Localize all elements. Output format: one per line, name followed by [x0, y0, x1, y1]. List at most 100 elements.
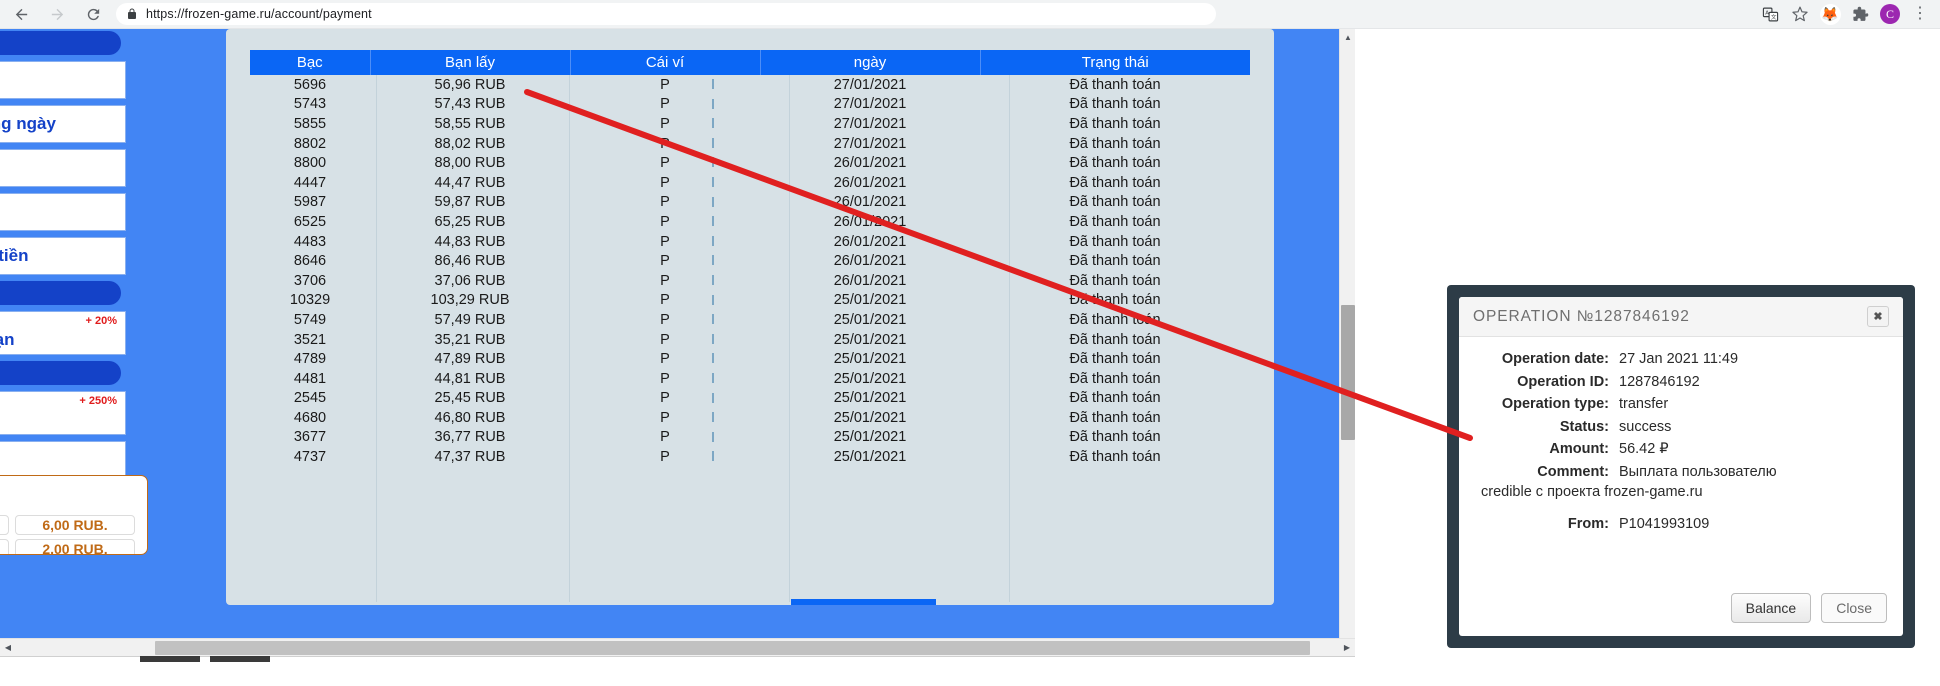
sidebar-item-play[interactable]: ơi + 250% — [0, 391, 126, 435]
back-arrow-icon — [15, 8, 27, 20]
table-row[interactable]: 4789 47,89 RUB P 25/01/2021 Đã thanh toán — [250, 349, 1250, 369]
list-item[interactable]: 2,00 RUB. — [0, 539, 135, 554]
table-row[interactable]: 5749 57,49 RUB P 25/01/2021 Đã thanh toán — [250, 310, 1250, 330]
table-row[interactable]: 10329 103,29 RUB P 25/01/2021 Đã thanh toán — [250, 291, 1250, 311]
wallet-marker-icon — [712, 79, 714, 89]
puzzle-icon[interactable] — [1846, 2, 1874, 26]
close-icon[interactable]: ✖ — [1867, 306, 1889, 327]
table-row[interactable]: 5743 57,43 RUB P 27/01/2021 Đã thanh toán — [250, 95, 1250, 115]
col-header-status[interactable]: Trạng thái — [980, 50, 1250, 75]
cell-status: Đã thanh toán — [1069, 233, 1161, 250]
close-button[interactable]: Close — [1821, 593, 1887, 623]
back-button[interactable] — [6, 1, 36, 27]
sidebar-pill-top[interactable] — [0, 31, 121, 55]
cell-wallet: P — [570, 369, 760, 389]
cell-wallet: P — [570, 75, 760, 95]
sidebar-pill-partners[interactable]: tác — [0, 281, 121, 305]
sidebar-item-daily-bonus[interactable]: ưởng hàng ngày — [0, 105, 126, 143]
table-row[interactable]: 5696 56,96 RUB P 27/01/2021 Đã thanh toán — [250, 75, 1250, 95]
table-row[interactable]: 3706 37,06 RUB P 26/01/2021 Đã thanh toán — [250, 271, 1250, 291]
cell-amount: 88,02 RUB — [434, 135, 506, 152]
screenshot-root: https://frozen-game.ru/account/payment A… — [0, 0, 1940, 686]
sidebar-item-your-stats[interactable]: iệu của bạn + 20% — [0, 311, 126, 355]
table-header-row: Bạc Bạn lấy Cái ví ngày Trạng thái — [250, 50, 1250, 75]
table-row[interactable]: 4447 44,47 RUB P 26/01/2021 Đã thanh toán — [250, 173, 1250, 193]
field-value: success — [1619, 418, 1672, 435]
scroll-up-arrow-icon[interactable]: ▲ — [1340, 29, 1355, 45]
panel-horizontal-scrollbar[interactable] — [791, 599, 936, 605]
vertical-scrollbar-thumb[interactable] — [1341, 305, 1355, 440]
chrome-menu-button[interactable]: ⋮ — [1906, 2, 1934, 26]
horizontal-scrollbar-thumb[interactable] — [155, 641, 1310, 655]
table-row[interactable]: 4737 47,37 RUB P 25/01/2021 Đã thanh toán — [250, 447, 1250, 467]
sidebar-item-withdraw-bonus[interactable]: ưởng rút tiền — [0, 237, 126, 275]
scroll-left-arrow-icon[interactable]: ◀ — [0, 639, 16, 656]
forward-button[interactable] — [42, 1, 72, 27]
reload-button[interactable] — [78, 1, 108, 27]
table-row[interactable]: 3677 36,77 RUB P 25/01/2021 Đã thanh toán — [250, 428, 1250, 448]
taskbar-item[interactable] — [140, 656, 200, 662]
page-vertical-scrollbar[interactable]: ▲ ▼ — [1339, 29, 1355, 662]
sidebar-item-mystery[interactable]: bí ẩn — [0, 61, 126, 99]
cell-status: Đã thanh toán — [1069, 429, 1161, 446]
col-header-date[interactable]: ngày — [760, 50, 981, 75]
cell-status: Đã thanh toán — [1069, 351, 1161, 368]
field-comment: Comment: Выплата пользователю — [1481, 464, 1881, 480]
cell-amount: 46,80 RUB — [434, 409, 506, 426]
sidebar-item-hourly[interactable]: g 1 giờ — [0, 149, 126, 187]
cell-wallet: P — [570, 408, 760, 428]
wallet-marker-icon — [712, 314, 714, 325]
cell-date: 25/01/2021 — [833, 292, 907, 309]
cell-date: 26/01/2021 — [833, 213, 907, 230]
profile-avatar[interactable]: C — [1876, 2, 1904, 26]
sidebar-pill-profile[interactable] — [0, 361, 121, 385]
table-row[interactable]: 2545 25,45 RUB P 25/01/2021 Đã thanh toán — [250, 389, 1250, 409]
address-bar[interactable]: https://frozen-game.ru/account/payment — [116, 3, 1216, 25]
cell-amount: 88,00 RUB — [434, 155, 506, 172]
taskbar-item[interactable] — [210, 656, 270, 662]
wallet-marker-icon — [712, 176, 714, 187]
latest-payouts-card: mới nhất 6,00 RUB. 2,00 RUB. — [0, 475, 148, 555]
table-row[interactable]: 8802 88,02 RUB P 27/01/2021 Đã thanh toán — [250, 134, 1250, 154]
cell-amount: 47,89 RUB — [434, 351, 506, 368]
list-item[interactable]: 6,00 RUB. — [0, 515, 135, 535]
table-row[interactable]: 5987 59,87 RUB P 26/01/2021 Đã thanh toán — [250, 193, 1250, 213]
metamask-extension-icon[interactable]: 🦊 — [1816, 2, 1844, 26]
translate-icon[interactable]: A 文 — [1756, 2, 1784, 26]
cell-amount: 65,25 RUB — [434, 213, 506, 230]
cell-wallet: P — [570, 95, 760, 115]
wallet-marker-icon — [712, 235, 714, 246]
sidebar-item-badge: + 250% — [79, 395, 117, 407]
col-header-id[interactable]: Bạc — [250, 50, 371, 75]
scroll-right-arrow-icon[interactable]: ▶ — [1339, 639, 1355, 656]
sidebar-item-blank[interactable] — [0, 441, 126, 479]
table-row[interactable]: 3521 35,21 RUB P 25/01/2021 Đã thanh toán — [250, 330, 1250, 350]
col-header-amount[interactable]: Bạn lấy — [370, 50, 571, 75]
table-row[interactable]: 4481 44,81 RUB P 25/01/2021 Đã thanh toán — [250, 369, 1250, 389]
cell-id: 4737 — [293, 449, 327, 466]
sidebar-item-five-minutes[interactable]: g 5 phút — [0, 193, 126, 231]
star-icon[interactable] — [1786, 2, 1814, 26]
table-row[interactable]: 8800 88,00 RUB P 26/01/2021 Đã thanh toán — [250, 153, 1250, 173]
table-row[interactable]: 5855 58,55 RUB P 27/01/2021 Đã thanh toán — [250, 114, 1250, 134]
table-body: 5696 56,96 RUB P 27/01/2021 Đã thanh toán 574… — [250, 75, 1250, 467]
wallet-marker-icon — [712, 372, 714, 383]
cell-date: 26/01/2021 — [833, 272, 907, 289]
balance-button[interactable]: Balance — [1730, 593, 1812, 623]
cell-date: 27/01/2021 — [833, 76, 907, 93]
cell-wallet: P — [570, 428, 760, 448]
table-row[interactable]: 4680 46,80 RUB P 25/01/2021 Đã thanh toán — [250, 408, 1250, 428]
cell-id: 10329 — [289, 292, 331, 309]
cell-id: 4447 — [293, 174, 327, 191]
cell-status: Đã thanh toán — [1069, 370, 1161, 387]
col-header-wallet[interactable]: Cái ví — [570, 50, 761, 75]
page-horizontal-scrollbar[interactable]: ◀ ▶ — [0, 638, 1355, 656]
table-row[interactable]: 8646 86,46 RUB P 26/01/2021 Đã thanh toán — [250, 251, 1250, 271]
cell-date: 26/01/2021 — [833, 233, 907, 250]
field-label: Operation date: — [1501, 351, 1609, 367]
table-row[interactable]: 6525 65,25 RUB P 26/01/2021 Đã thanh toán — [250, 212, 1250, 232]
metamask-fox-glyph: 🦊 — [1819, 3, 1841, 25]
table-row[interactable]: 4483 44,83 RUB P 26/01/2021 Đã thanh toán — [250, 232, 1250, 252]
field-value: 27 Jan 2021 11:49 — [1619, 351, 1739, 367]
wallet-marker-icon — [712, 274, 714, 285]
